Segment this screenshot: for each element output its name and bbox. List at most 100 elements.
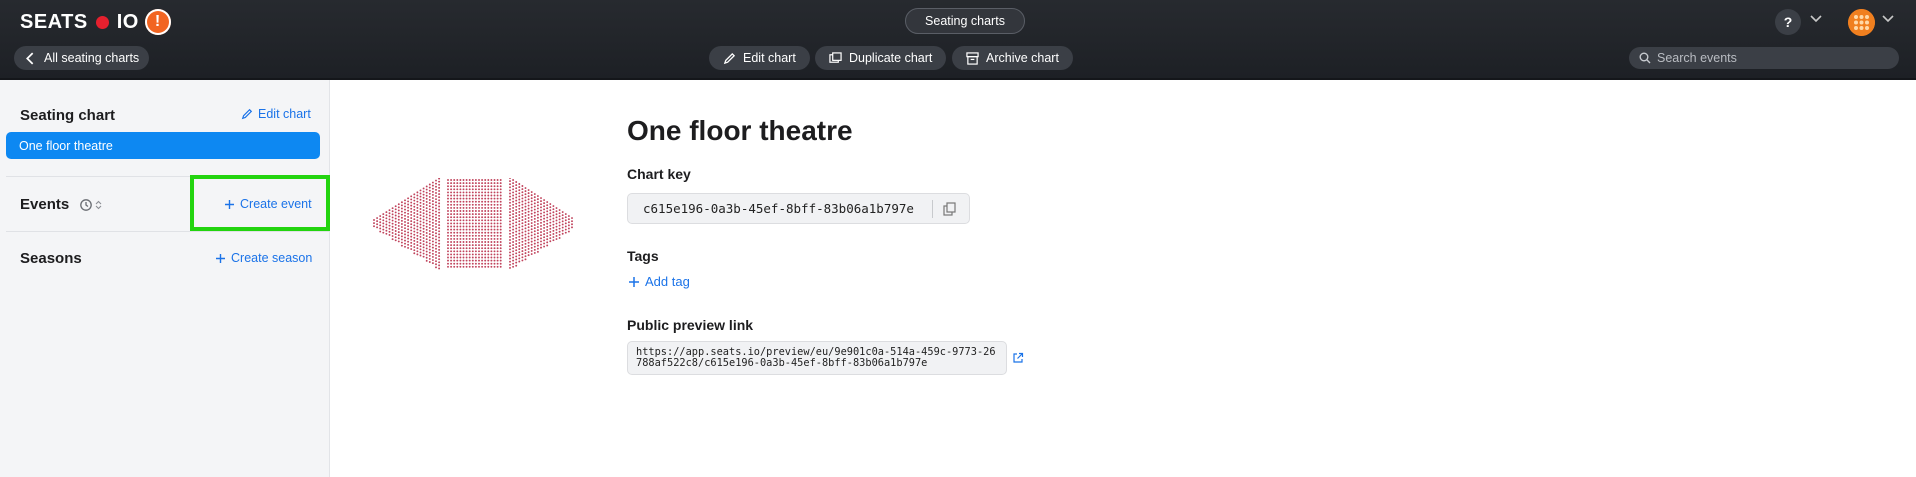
search-input[interactable] [1657, 51, 1877, 65]
seat-dot-left [400, 216, 403, 219]
add-tag-link[interactable]: Add tag [628, 274, 690, 289]
seat-dot-left [419, 229, 422, 232]
seat-dot-center [481, 203, 484, 206]
seat-dot-right [546, 204, 549, 207]
seat-dot-center [484, 244, 487, 247]
seat-dot-right [518, 245, 521, 247]
back-to-charts-button[interactable]: All seating charts [14, 46, 150, 70]
seat-dot-center [453, 256, 456, 259]
seat-dot-center [465, 197, 468, 200]
seat-dot-center [487, 182, 490, 185]
seat-dot-left [438, 233, 441, 236]
seat-dot-left [438, 267, 441, 270]
seat-dot-center [447, 259, 449, 262]
seat-dot-left [394, 217, 397, 220]
seat-dot-center [456, 203, 459, 206]
seat-dot-right [536, 195, 539, 197]
seat-dot-left [435, 223, 437, 225]
chart-key-field[interactable]: c615e196-0a3b-45ef-8bff-83b06a1b797e [627, 193, 970, 224]
seat-dot-right [549, 227, 552, 230]
seat-dot-center [471, 206, 474, 209]
seat-dot-right [518, 214, 521, 216]
external-link-icon[interactable] [1012, 352, 1024, 364]
seat-dot-center [499, 182, 502, 185]
seat-dot-left [438, 248, 441, 251]
events-sort-by-date-icon[interactable] [80, 198, 106, 217]
seat-dot-center [447, 250, 449, 253]
seat-dot-center [496, 231, 499, 234]
seat-dot-right [515, 239, 518, 242]
seat-dot-left [435, 185, 437, 188]
seat-dot-center [450, 265, 453, 268]
seat-dot-center [496, 237, 499, 240]
seat-dot-right [543, 233, 546, 236]
seat-dot-left [400, 226, 403, 228]
seat-dot-center [487, 250, 490, 253]
seat-dot-center [478, 206, 480, 209]
seat-dot-center [487, 256, 490, 259]
seat-dot-right [518, 257, 521, 260]
seat-dot-left [376, 226, 379, 229]
help-button[interactable]: ? [1775, 9, 1801, 35]
seat-dot-right [549, 221, 552, 224]
seat-dot-right [536, 204, 539, 207]
seat-dot-left [385, 229, 388, 232]
seat-dot-right [524, 230, 527, 233]
seat-dot-left [388, 218, 391, 221]
seat-dot-right [530, 209, 533, 212]
seat-dot-left [419, 211, 422, 214]
seat-dot-center [490, 250, 493, 253]
seat-dot-right [567, 218, 570, 221]
search-events-box[interactable] [1629, 47, 1899, 69]
seat-dot-right [540, 200, 542, 203]
account-chevron-down-icon[interactable] [1881, 13, 1895, 27]
edit-chart-button[interactable]: Edit chart [709, 46, 810, 70]
seat-dot-right [530, 222, 533, 224]
seat-dot-center [474, 206, 477, 209]
seat-dot-right [512, 250, 515, 253]
seat-dot-right [509, 220, 511, 223]
create-season-link[interactable]: Create season [215, 251, 312, 265]
user-avatar[interactable] [1848, 9, 1875, 36]
alert-badge-icon[interactable]: ! [144, 9, 171, 35]
seat-dot-right [533, 239, 536, 242]
seat-dot-left [404, 217, 406, 220]
seat-dot-left [397, 234, 400, 237]
seat-dot-center [496, 241, 499, 243]
seat-dot-right [524, 258, 527, 261]
seat-dot-center [474, 262, 477, 265]
top-bar: SEATS IO ! Seating charts All seating ch… [0, 0, 1916, 80]
seat-dot-center [456, 191, 459, 194]
seat-dot-center [487, 231, 490, 234]
seat-dot-right [524, 211, 527, 214]
seat-dot-right [540, 203, 542, 206]
seat-dot-right [521, 228, 524, 231]
seat-dot-left [416, 200, 419, 203]
seat-dot-center [487, 222, 490, 225]
page-title-pill[interactable]: Seating charts [905, 8, 1025, 34]
seat-dot-left [428, 220, 431, 223]
seat-dot-right [564, 231, 567, 234]
duplicate-chart-button[interactable]: Duplicate chart [815, 46, 947, 70]
archive-chart-button[interactable]: Archive chart [952, 46, 1073, 70]
seat-dot-center [465, 216, 468, 219]
seat-dot-center [499, 231, 502, 234]
seat-dot-left [413, 212, 416, 214]
seat-dot-left [425, 253, 428, 256]
copy-icon[interactable] [942, 201, 958, 217]
sidebar-edit-chart-link[interactable]: Edit chart [241, 107, 311, 121]
public-preview-link-field[interactable]: https://app.seats.io/preview/eu/9e901c0a… [627, 341, 1007, 375]
seat-dot-right [521, 253, 524, 256]
seat-dot-right [558, 227, 561, 230]
seat-dot-left [422, 252, 425, 255]
seating-chart-thumbnail[interactable] [372, 178, 577, 270]
seat-dot-center [499, 259, 502, 262]
seat-dot-center [487, 219, 490, 222]
help-chevron-down-icon[interactable] [1809, 13, 1823, 27]
seat-dot-left [382, 231, 385, 234]
seat-dot-center [499, 241, 502, 243]
seat-dot-left [425, 235, 428, 238]
seatsio-logo[interactable]: SEATS IO ! [20, 9, 171, 35]
seat-dot-center [478, 197, 480, 200]
sidebar-item-one-floor-theatre[interactable]: One floor theatre [6, 132, 320, 159]
